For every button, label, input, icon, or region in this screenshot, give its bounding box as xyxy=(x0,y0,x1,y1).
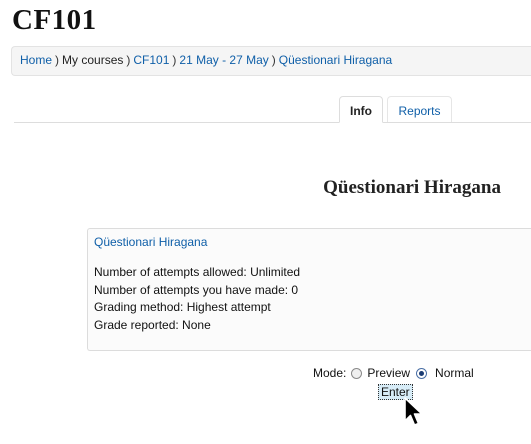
grade-reported-text: Grade reported: None xyxy=(94,317,211,332)
normal-label[interactable]: Normal xyxy=(435,366,474,380)
preview-label[interactable]: Preview xyxy=(367,366,410,380)
tab-reports[interactable]: Reports xyxy=(387,96,452,122)
grading-method-text: Grading method: Highest attempt xyxy=(94,300,271,314)
breadcrumb-separator: ) xyxy=(271,53,276,67)
attempts-made-text: Number of attempts you have made: 0 xyxy=(94,282,299,297)
attempts-allowed-text: Number of attempts allowed: Unlimited xyxy=(94,265,301,279)
breadcrumb-quiz-link[interactable]: Qüestionari Hiragana xyxy=(279,53,392,67)
breadcrumb-separator: ) xyxy=(55,53,60,67)
quiz-info-box: Qüestionari Hiragana Number of attempts … xyxy=(87,228,531,351)
quiz-heading: Qüestionari Hiragana xyxy=(323,177,501,198)
tabs-divider xyxy=(14,122,531,123)
mode-selector: Mode: Preview Normal xyxy=(313,366,474,380)
breadcrumb-week-link[interactable]: 21 May - 27 May xyxy=(179,53,268,67)
tab-info[interactable]: Info xyxy=(339,96,383,123)
quiz-info-title: Qüestionari Hiragana xyxy=(94,235,208,249)
breadcrumb-course-link[interactable]: CF101 xyxy=(133,53,169,67)
course-title: CF101 xyxy=(12,4,97,36)
mouse-pointer-icon xyxy=(404,397,423,426)
breadcrumb-separator: ) xyxy=(126,53,131,67)
normal-radio[interactable] xyxy=(416,367,428,379)
breadcrumb-my-courses: My courses xyxy=(62,53,124,67)
preview-radio[interactable] xyxy=(351,367,363,379)
breadcrumb-separator: ) xyxy=(172,53,177,67)
breadcrumb-home-link[interactable]: Home xyxy=(20,53,52,67)
mode-label: Mode: xyxy=(313,366,347,380)
breadcrumb: Home) My courses) CF101) 21 May - 27 May) Qü… xyxy=(11,46,531,76)
